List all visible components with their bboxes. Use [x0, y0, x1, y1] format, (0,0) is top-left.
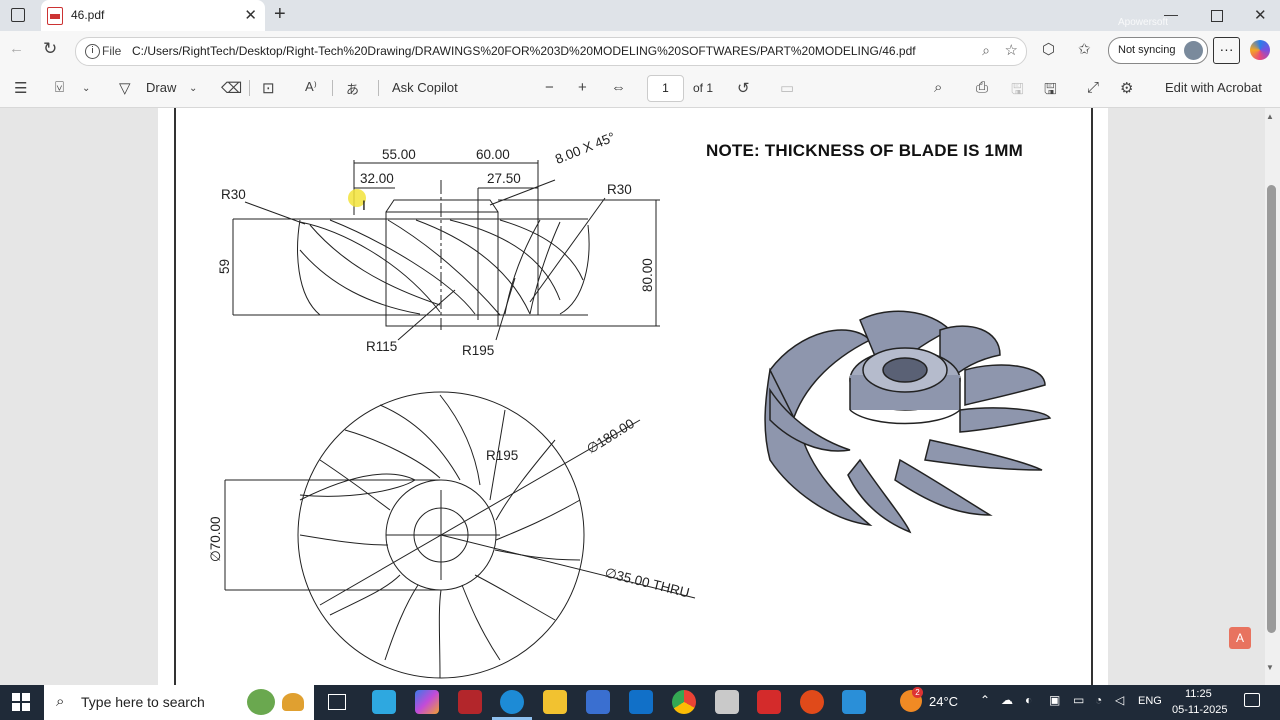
clock-date[interactable]: 05-11-2025	[1172, 704, 1227, 716]
copilot-app-icon[interactable]	[415, 690, 439, 714]
search-highlight-icon	[247, 689, 275, 715]
dim-r195-top: R195	[462, 343, 495, 358]
taskbar-app-icon[interactable]	[800, 690, 824, 714]
dim-60: 60.00	[476, 147, 510, 162]
dim-80: 80.00	[640, 258, 655, 292]
solidworks-icon[interactable]	[458, 690, 482, 714]
task-view-icon[interactable]	[328, 694, 346, 710]
wifi-icon[interactable]: ◔	[1095, 693, 1102, 707]
chrome-icon[interactable]	[672, 690, 696, 714]
clock-time[interactable]: 11:25	[1185, 688, 1212, 700]
windows-start-icon[interactable]	[12, 693, 30, 716]
scrollbar-thumb[interactable]	[1267, 185, 1276, 633]
drawing-note: NOTE: THICKNESS OF BLADE IS 1MM	[706, 141, 1023, 160]
taskbar-app-icon[interactable]	[372, 690, 396, 714]
tray-icon[interactable]: ◐	[1025, 693, 1032, 707]
weather-badge: 2	[912, 687, 923, 698]
edge-icon[interactable]	[500, 690, 524, 714]
language-indicator[interactable]: ENG	[1138, 695, 1162, 707]
scroll-down-icon[interactable]: ▼	[1266, 663, 1274, 672]
tray-icon[interactable]: ☁	[1001, 693, 1013, 707]
dim-59: 59	[217, 258, 232, 274]
tray-icon[interactable]: ▭	[1073, 693, 1084, 707]
outlook-icon[interactable]	[629, 690, 653, 714]
tray-chevron-icon[interactable]: ⌃	[980, 693, 990, 707]
taskbar-app-icon[interactable]	[842, 690, 866, 714]
dim-55: 55.00	[382, 147, 416, 162]
dim-dia-70: ∅70.00	[208, 516, 223, 562]
dim-r195-bottom: R195	[486, 448, 519, 463]
search-icon: ⌕	[56, 693, 65, 710]
scroll-up-icon[interactable]: ▲	[1266, 112, 1274, 121]
temperature[interactable]: 24°C	[929, 694, 958, 709]
tray-icon[interactable]: ▣	[1049, 693, 1060, 707]
store-icon[interactable]	[586, 690, 610, 714]
file-explorer-icon[interactable]	[543, 690, 567, 714]
dim-r30-left: R30	[221, 187, 246, 202]
dim-32: 32.00	[360, 171, 394, 186]
taskbar-app-icon[interactable]	[715, 690, 739, 714]
dim-r115: R115	[366, 339, 398, 354]
taskbar-search[interactable]: ⌕ Type here to search	[44, 685, 314, 720]
diya-icon	[282, 693, 304, 711]
autocad-icon[interactable]	[757, 690, 781, 714]
acrobat-floating-icon[interactable]: A	[1229, 627, 1251, 649]
search-placeholder: Type here to search	[81, 694, 205, 710]
engineering-drawing	[224, 160, 1052, 679]
dim-r30-right: R30	[607, 182, 632, 197]
dim-27-5: 27.50	[487, 171, 521, 186]
volume-icon[interactable]: ◁	[1115, 693, 1124, 707]
notification-center-icon[interactable]	[1244, 693, 1260, 707]
text-cursor-icon: I	[362, 197, 366, 213]
